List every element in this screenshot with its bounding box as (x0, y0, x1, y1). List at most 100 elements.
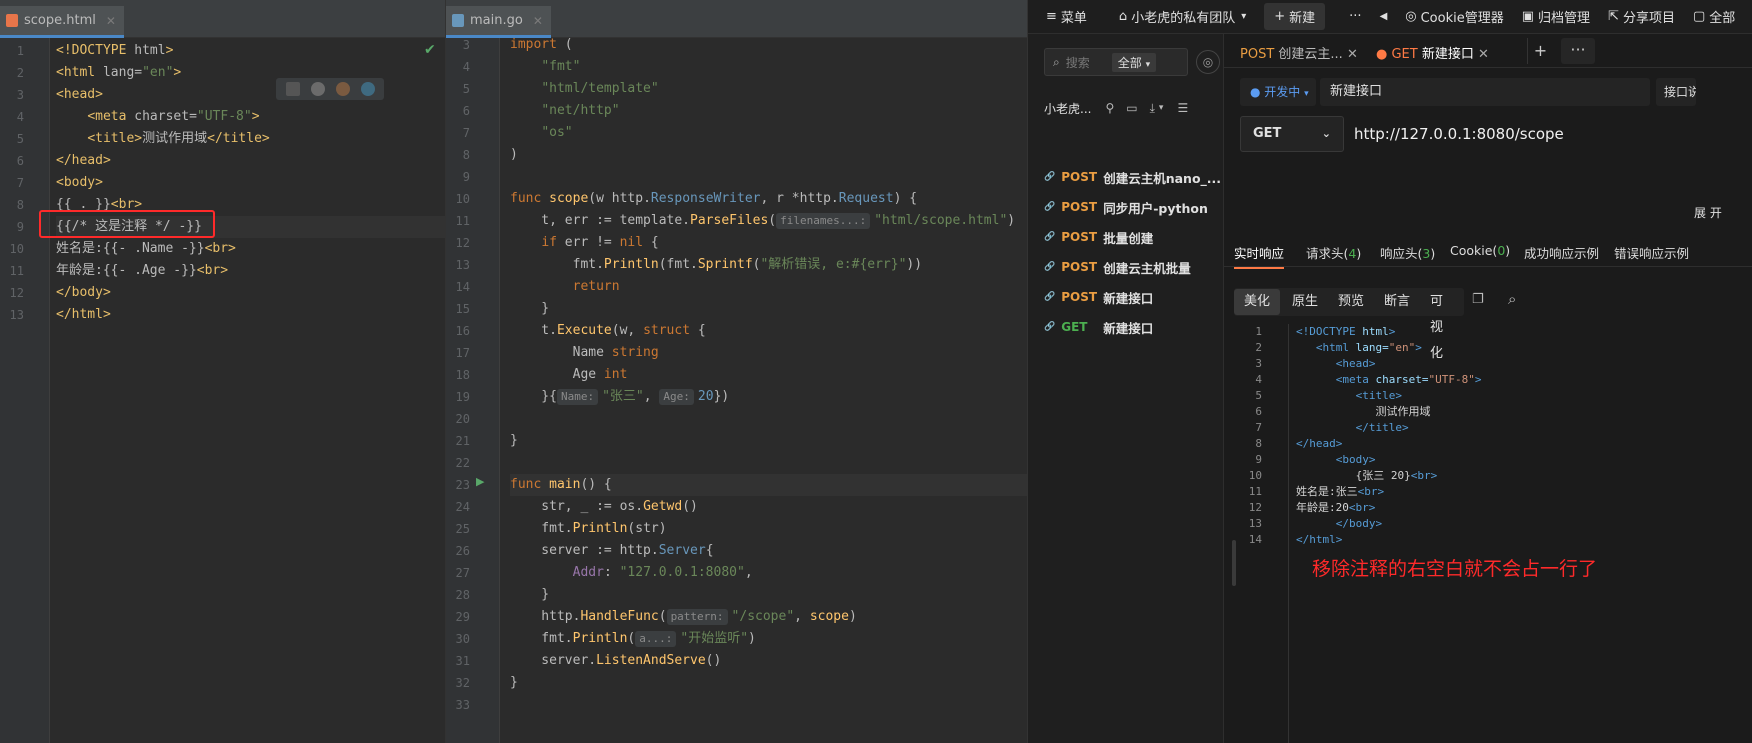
run-icon[interactable]: ▶ (476, 475, 484, 488)
chevron-down-icon: ▾ (1241, 11, 1247, 22)
response-tab[interactable]: 错误响应示例 (1614, 243, 1689, 262)
edge-icon[interactable] (360, 82, 375, 96)
doc-button[interactable]: 接口说 (1656, 78, 1696, 106)
search-input[interactable]: 搜索 (1066, 54, 1106, 71)
full-button[interactable]: ▢ 全部 (1693, 7, 1735, 26)
response-line: {张三 20}<br> (1296, 468, 1752, 484)
link-icon: 🔗 (1044, 262, 1056, 272)
request-item[interactable]: 🔗 POST 批量创建 (1028, 222, 1223, 252)
code-line: Addr: "127.0.0.1:8080", (510, 562, 1027, 584)
request-item[interactable]: 🔗 POST 创建云主机nano_... (1028, 162, 1223, 192)
view-mode-0[interactable]: 美化 (1234, 289, 1281, 315)
search-icon[interactable]: ⌕ (1508, 290, 1516, 308)
close-icon[interactable]: ✕ (106, 14, 116, 28)
splitter-handle[interactable] (1232, 540, 1236, 586)
code-line: Name string (510, 342, 1027, 364)
collapse-icon[interactable]: ☰ (1177, 101, 1188, 115)
import-icon[interactable]: ⤓ (1150, 101, 1155, 116)
cookie-icon: ◎ (1405, 9, 1417, 24)
html-code-area[interactable]: <!DOCTYPE html> <html lang="en"> <head> <m… (56, 38, 445, 743)
code-token: , r *http. (760, 191, 839, 206)
code-token: t, err := template. (510, 213, 691, 228)
line-number: 4 (16, 110, 24, 124)
goland-icon[interactable] (285, 82, 300, 96)
chevron-down-icon[interactable]: ▾ (1159, 103, 1164, 113)
close-icon[interactable]: ✕ (533, 14, 543, 28)
chevron-down-icon: ▾ (1145, 59, 1151, 70)
tab-scope-html[interactable]: scope.html ✕ (0, 6, 124, 38)
response-line: 姓名是:张三<br> (1296, 484, 1752, 500)
code-token: { (690, 323, 706, 338)
view-mode-3[interactable]: 断言 (1374, 289, 1420, 315)
menu-button[interactable]: ≡ 菜单 (1046, 7, 1087, 26)
request-item[interactable]: 🔗 POST 新建接口 (1028, 282, 1223, 312)
locate-icon[interactable]: ◎ (1196, 50, 1220, 74)
request-tab[interactable]: ● GET 新建接口 ✕ (1376, 43, 1489, 62)
code-line: <title>测试作用域</title> (56, 128, 445, 150)
response-tab[interactable]: Cookie(0) (1450, 243, 1510, 258)
response-tab-suffix: ) (1430, 246, 1436, 261)
add-tab-button[interactable]: + (1527, 38, 1553, 64)
request-tab[interactable]: POST 创建云主... ✕ (1240, 43, 1358, 62)
line-number: 2 (16, 66, 24, 80)
response-line: <head> (1296, 356, 1752, 372)
response-token: <body> (1335, 453, 1376, 466)
code-token: fmt. (510, 257, 604, 272)
view-mode-2[interactable]: 预览 (1328, 289, 1374, 315)
request-item[interactable]: 🔗 GET 新建接口 (1028, 312, 1223, 342)
code-token: "html/scope.html" (874, 213, 1008, 228)
copy-icon[interactable]: ❐ (1472, 292, 1484, 307)
request-method: POST (1061, 290, 1098, 304)
code-token: }{ (510, 389, 557, 404)
request-item[interactable]: 🔗 POST 同步用户-python (1028, 192, 1223, 222)
method-select[interactable]: GET ⌄ (1240, 116, 1344, 152)
response-line: </title> (1296, 420, 1752, 436)
chrome-icon[interactable] (310, 82, 325, 96)
line-number: 25 (455, 522, 470, 536)
code-token: int (603, 367, 628, 382)
team-selector[interactable]: ⌂ 小老虎的私有团队 ▾ (1119, 7, 1246, 26)
link-icon[interactable]: ⚲ (1105, 101, 1114, 115)
response-tab[interactable]: 成功响应示例 (1524, 243, 1599, 262)
line-number: 8 (16, 198, 24, 212)
search-box[interactable]: ⌕ 搜索 全部 ▾ (1044, 48, 1188, 76)
response-tab[interactable]: 实时响应 (1234, 243, 1285, 269)
view-mode-4[interactable]: 可视化 (1420, 289, 1464, 361)
response-tab[interactable]: 响应头(3) (1380, 243, 1435, 262)
request-item[interactable]: 🔗 POST 创建云主机批量 (1028, 252, 1223, 282)
code-line: t, err := template.ParseFiles(filenames.… (510, 210, 1027, 232)
code-token: , (744, 565, 753, 580)
cookie-manager-button[interactable]: ◎ Cookie管理器 (1405, 7, 1503, 26)
response-tab[interactable]: 请求头(4) (1306, 243, 1361, 262)
more-icon[interactable]: ··· (1349, 9, 1361, 24)
share-icon: ⇱ (1608, 9, 1619, 24)
response-line-number: 11 (1248, 485, 1262, 498)
close-icon[interactable]: ✕ (1343, 47, 1358, 62)
response-tab-label: 成功响应示例 (1524, 246, 1600, 261)
project-name[interactable]: 小老虎... (1044, 100, 1091, 117)
code-line: <!DOCTYPE html> (56, 40, 445, 62)
request-name-input[interactable]: 新建接口 (1320, 78, 1650, 106)
response-token (1296, 341, 1316, 354)
new-button[interactable]: + 新建 (1264, 3, 1326, 30)
go-code-area[interactable]: import ( "fmt" "html/template" "net/http… (510, 37, 1027, 743)
filter-select[interactable]: 全部 ▾ (1111, 52, 1157, 72)
response-line: <body> (1296, 452, 1752, 468)
close-icon[interactable]: ✕ (1474, 47, 1489, 62)
status-select[interactable]: ● 开发中 ▾ (1240, 78, 1316, 106)
line-number: 10 (9, 242, 24, 256)
response-body[interactable]: 1 <!DOCTYPE html> 2 <html lang="en"> 3 <hea… (1224, 324, 1752, 743)
code-token: } (510, 587, 550, 602)
url-input[interactable]: http://127.0.0.1:8080/scope (1344, 116, 1704, 152)
line-number: 15 (455, 302, 470, 316)
archive-button[interactable]: ▣ 归档管理 (1522, 7, 1590, 26)
tab-more-button[interactable]: ··· (1561, 38, 1595, 64)
firefox-icon[interactable] (335, 82, 350, 96)
view-mode-1[interactable]: 原生 (1282, 289, 1328, 315)
folder-icon[interactable]: ▭ (1126, 101, 1137, 115)
prev-icon[interactable]: ◀ (1380, 11, 1388, 22)
share-button[interactable]: ⇱ 分享项目 (1608, 7, 1675, 26)
expand-button[interactable]: 展 开 (1694, 204, 1722, 221)
code-token: pattern: (666, 609, 728, 625)
